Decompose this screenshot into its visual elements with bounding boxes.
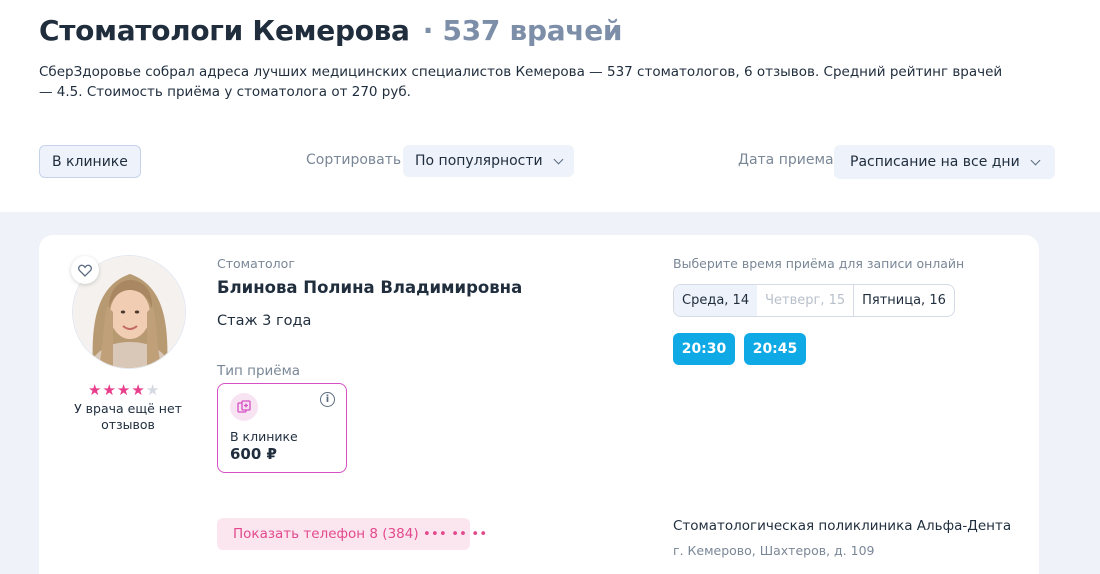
schedule-label: Выберите время приёма для записи онлайн (673, 256, 965, 271)
visit-type-name: В клинике (230, 429, 298, 444)
visit-type-label: Тип приёма (217, 363, 301, 379)
sort-dropdown-value: По популярности (415, 153, 543, 169)
star-icon: ★ (102, 381, 116, 399)
visit-price: 600 ₽ (230, 445, 277, 463)
chevron-down-icon (553, 154, 564, 164)
tab-day-friday[interactable]: Пятница, 16 (853, 285, 954, 316)
rating-stars: ★ ★ ★ ★ ★ (88, 382, 159, 398)
sort-label: Сортировать (306, 152, 402, 168)
info-icon[interactable]: i (320, 392, 335, 407)
doctor-specialty: Стоматолог (217, 256, 295, 271)
sort-dropdown[interactable]: По популярности (403, 145, 574, 177)
clinic-name[interactable]: Стоматологическая поликлиника Альфа-Дент… (673, 518, 1011, 534)
tab-day-thursday: Четверг, 15 (765, 293, 846, 308)
doctor-experience: Стаж 3 года (217, 313, 312, 329)
star-icon: ★ (116, 381, 131, 399)
star-icon: ★ (88, 381, 102, 399)
reviews-status: У врача ещё нет отзывов (74, 401, 182, 432)
day-tabs: Среда, 14 Четверг, 15 Пятница, 16 (673, 284, 955, 317)
clinic-icon (230, 393, 258, 421)
page-description: СберЗдоровье собрал адреса лучших медици… (39, 64, 1003, 100)
page-title: Стоматологи Кемерова (39, 14, 410, 47)
visit-type-card[interactable]: i В клинике 600 ₽ (217, 383, 347, 473)
time-slot-button[interactable]: 20:30 (673, 333, 735, 365)
date-label: Дата приема (738, 152, 834, 168)
heart-icon (78, 264, 92, 277)
clinic-address: г. Кемерово, Шахтеров, д. 109 (673, 543, 875, 558)
star-icon: ★ (131, 381, 145, 399)
doctor-name[interactable]: Блинова Полина Владимировна (217, 278, 522, 297)
tab-day-wednesday[interactable]: Среда, 14 (674, 285, 758, 316)
chevron-down-icon (1030, 155, 1041, 165)
location-filter-chip[interactable]: В клинике (39, 145, 141, 178)
time-slots: 20:30 20:45 (673, 333, 806, 365)
page-title-row: Стоматологи Кемерова · 537 врачей (39, 14, 623, 47)
page-header: Стоматологи Кемерова · 537 врачей СберЗд… (0, 0, 1100, 212)
favorite-button[interactable] (71, 256, 99, 284)
time-slot-button[interactable]: 20:45 (744, 333, 806, 365)
show-phone-button[interactable]: Показать телефон 8 (384) ••• •• •• (217, 518, 487, 550)
date-dropdown-value: Расписание на все дни (850, 154, 1020, 170)
star-icon: ★ (145, 381, 160, 399)
doctor-count: · 537 врачей (422, 14, 623, 47)
date-dropdown[interactable]: Расписание на все дни (834, 145, 1055, 179)
